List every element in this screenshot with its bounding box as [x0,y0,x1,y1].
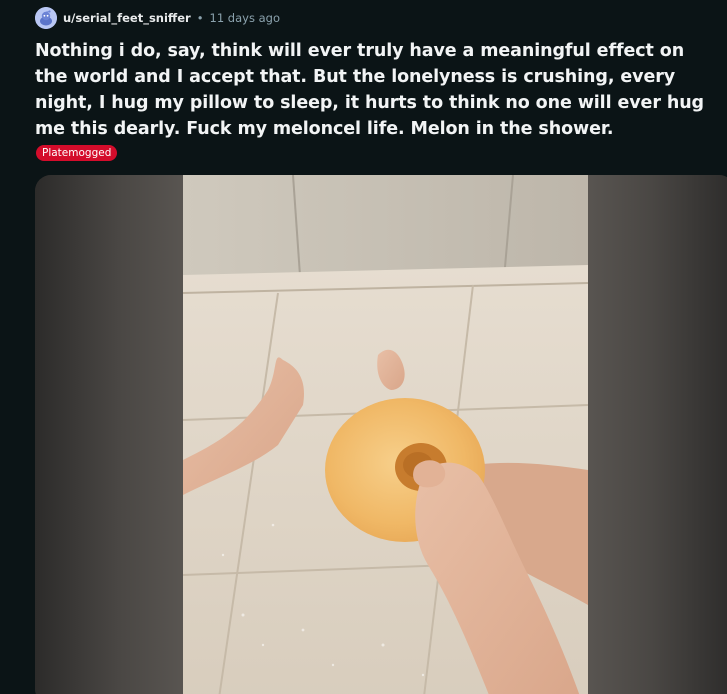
post-timestamp: 11 days ago [209,11,280,25]
post-author-link[interactable]: u/serial_feet_sniffer [63,11,191,25]
post-image [183,175,588,694]
snoo-avatar-icon[interactable] [35,7,57,29]
post-flair-badge[interactable]: Platemogged [36,145,118,161]
post-media[interactable] [35,175,727,694]
meta-separator: • [196,11,204,25]
post-meta: u/serial_feet_sniffer • 11 days ago [35,7,280,29]
post-title[interactable]: Nothing i do, say, think will ever truly… [35,38,715,142]
post-card: u/serial_feet_sniffer • 11 days ago Noth… [0,0,727,694]
